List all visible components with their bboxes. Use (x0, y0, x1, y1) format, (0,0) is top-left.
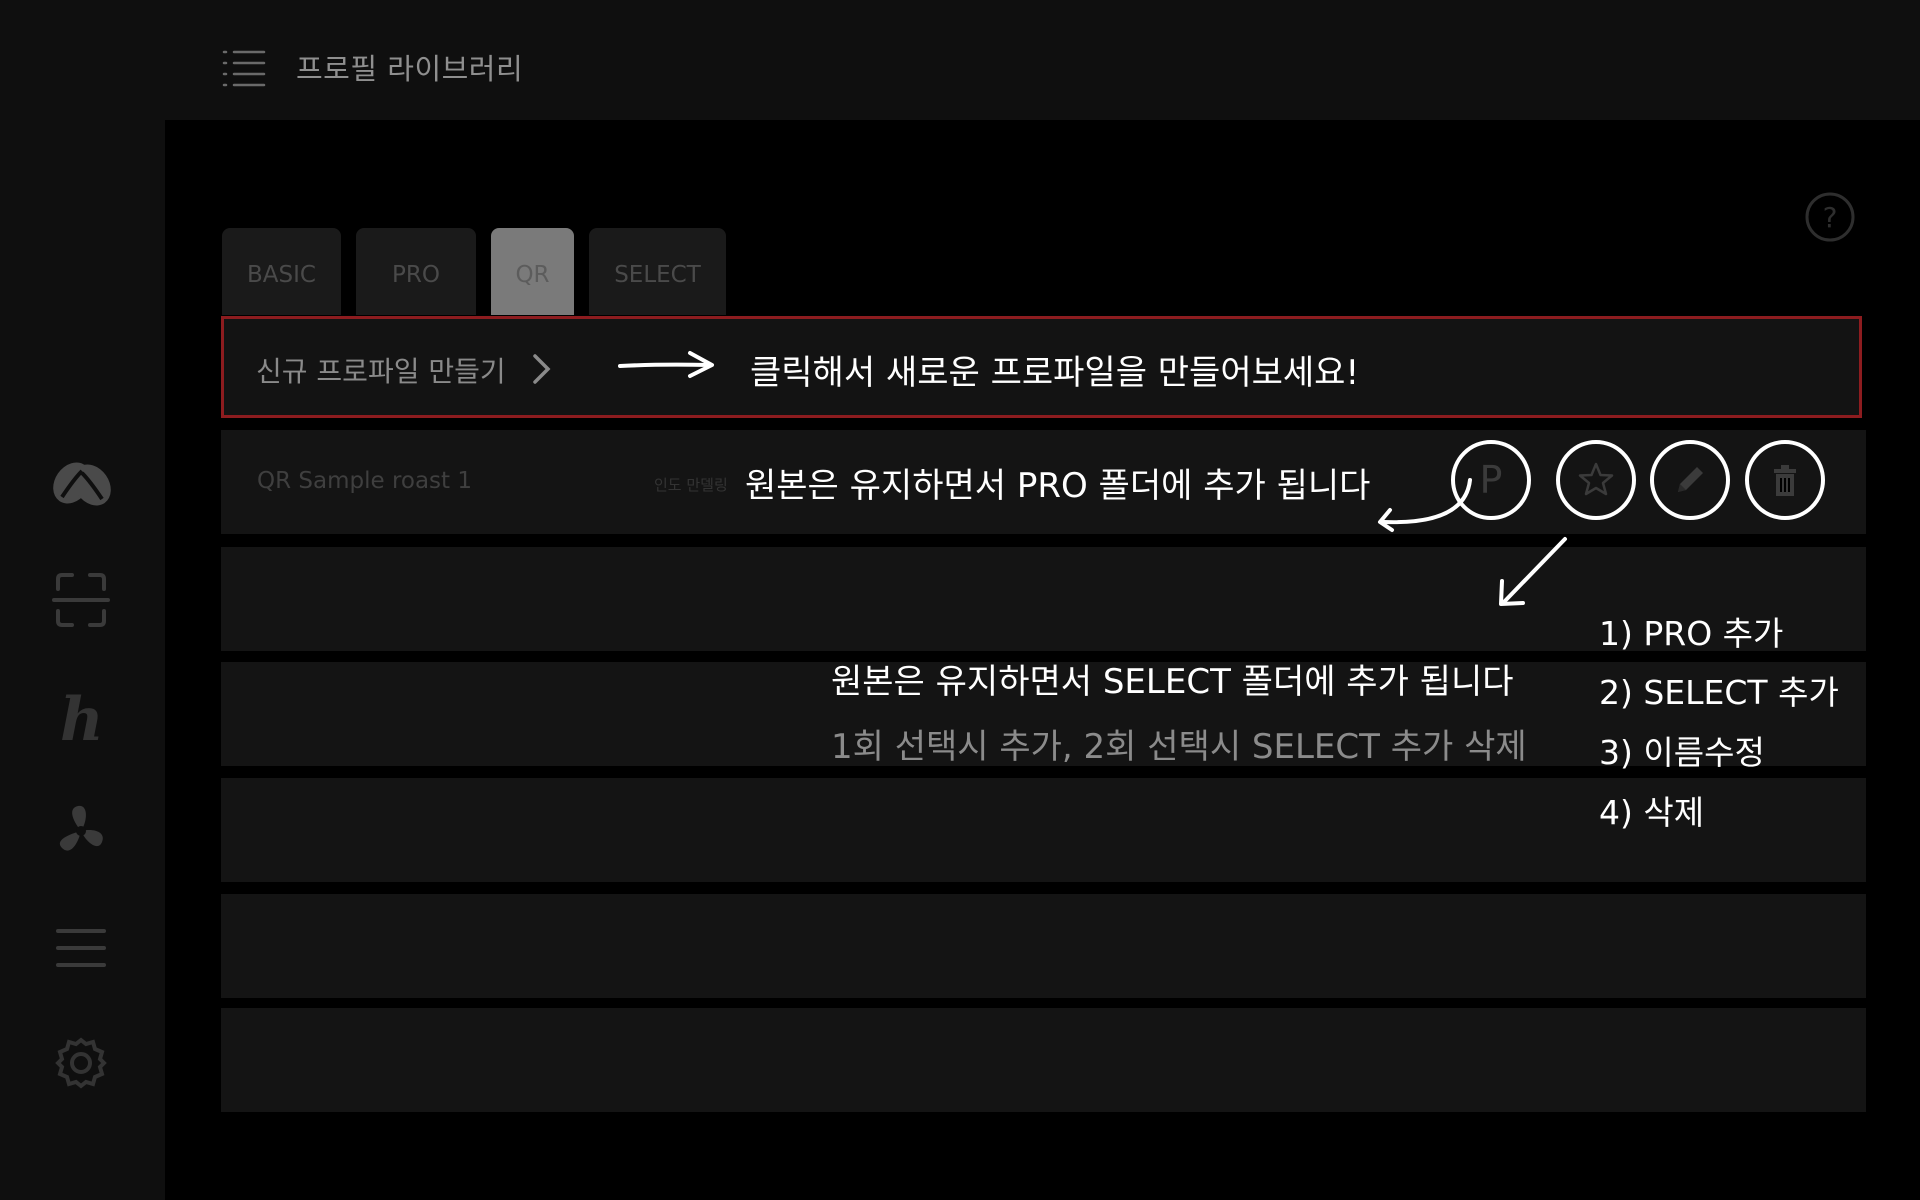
menu-list-icon[interactable] (222, 48, 266, 88)
legend-item: 3) 이름수정 (1599, 733, 1765, 772)
pencil-icon (1678, 467, 1703, 492)
qr-scan-icon[interactable] (50, 569, 112, 631)
legend-item: 1) PRO 추가 (1599, 614, 1784, 653)
svg-text:?: ? (1823, 201, 1838, 234)
fan-icon[interactable] (50, 800, 112, 862)
star-icon (1578, 462, 1614, 496)
tab-qr[interactable]: QR (491, 228, 574, 315)
tab-basic[interactable]: BASIC (222, 228, 341, 315)
legend-item: 4) 삭제 (1599, 793, 1705, 832)
menu-lines-icon[interactable] (50, 917, 112, 979)
legend-item: 2) SELECT 추가 (1599, 673, 1839, 712)
top-bar (0, 0, 1920, 120)
profile-subtitle: 인도 만델링 (654, 476, 728, 494)
diagonal-arrow-annotation (1495, 535, 1570, 610)
curved-arrow-annotation (1370, 470, 1475, 535)
gear-icon[interactable] (50, 1032, 112, 1094)
p-letter: P (1479, 458, 1503, 502)
tab-pro[interactable]: PRO (356, 228, 476, 315)
chevron-right-icon (531, 352, 553, 386)
select-hint-sub: 1회 선택시 추가, 2회 선택시 SELECT 추가 삭제 (831, 727, 1527, 767)
arrow-right-annotation (618, 348, 718, 382)
trash-icon (1774, 465, 1796, 496)
add-to-select-button[interactable] (1556, 440, 1636, 520)
coffee-bean-icon[interactable] (50, 453, 112, 515)
create-profile-label: 신규 프로파일 만들기 (256, 355, 506, 388)
page-title: 프로필 라이브러리 (296, 52, 524, 86)
rename-button[interactable] (1650, 440, 1730, 520)
select-hint: 원본은 유지하면서 SELECT 폴더에 추가 됩니다 (831, 662, 1514, 702)
empty-row (221, 894, 1866, 998)
delete-button[interactable] (1745, 440, 1825, 520)
create-hint: 클릭해서 새로운 프로파일을 만들어보세요! (750, 353, 1360, 393)
profile-name: QR Sample roast 1 (257, 468, 473, 494)
h-logo-icon[interactable]: h (50, 686, 112, 748)
empty-row (221, 1008, 1866, 1112)
pro-hint: 원본은 유지하면서 PRO 폴더에 추가 됩니다 (745, 466, 1371, 506)
tab-select[interactable]: SELECT (589, 228, 726, 315)
svg-text:h: h (60, 686, 104, 748)
help-icon[interactable]: ? (1804, 191, 1856, 243)
